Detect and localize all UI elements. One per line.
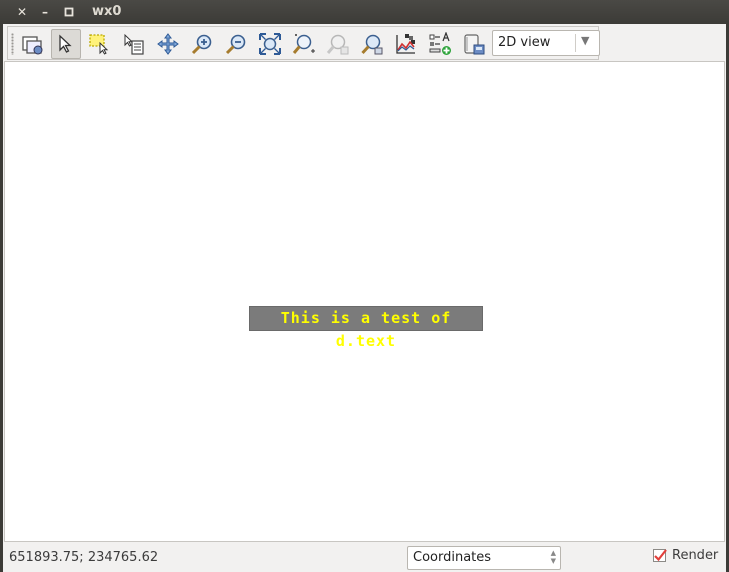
render-label: Render <box>672 548 719 563</box>
zoom-options-icon <box>361 34 383 55</box>
render-checkbox[interactable]: Render <box>653 548 718 563</box>
zoom-out-button[interactable] <box>221 29 251 59</box>
display-map-button[interactable] <box>18 29 48 59</box>
select-features-button[interactable] <box>85 29 115 59</box>
save-map-button[interactable] <box>459 29 489 59</box>
status-bar: 651893.75; 234765.62 Coordinates ▲ ▼ Rend… <box>3 542 726 572</box>
zoom-to-extent-icon <box>259 33 281 55</box>
zoom-back-icon <box>292 34 315 54</box>
query-raster-icon <box>124 33 144 55</box>
zoom-out-icon <box>225 34 246 55</box>
display-map-icon <box>22 36 43 55</box>
view-mode-divider <box>575 34 576 52</box>
window-title: wx0 <box>92 4 122 19</box>
pointer-button[interactable] <box>51 29 81 59</box>
add-overlay-icon <box>429 32 451 55</box>
zoom-in-icon <box>191 34 212 55</box>
add-overlay-button[interactable] <box>425 29 455 59</box>
maximize-icon[interactable] <box>61 4 77 20</box>
chevron-down-icon: ▼ <box>581 34 590 47</box>
status-mode-value: Coordinates <box>413 550 492 565</box>
zoom-back-disabled-icon <box>326 34 349 55</box>
view-mode-value: 2D view <box>498 35 551 50</box>
analyze-map-icon <box>396 34 415 54</box>
pan-icon <box>157 33 179 55</box>
zoom-region-button[interactable] <box>289 29 319 59</box>
status-mode-select[interactable]: Coordinates ▲ ▼ <box>407 546 561 570</box>
map-toolbar: 2D view ▼ <box>7 26 600 60</box>
select-features-icon <box>89 34 109 55</box>
save-map-icon <box>464 34 485 55</box>
zoom-back-button <box>323 29 353 59</box>
pointer-icon <box>59 34 72 53</box>
close-icon[interactable]: ✕ <box>14 4 30 20</box>
coordinates-readout: 651893.75; 234765.62 <box>9 550 159 565</box>
toolbar-grip[interactable] <box>11 33 14 55</box>
analyze-map-button[interactable] <box>391 29 421 59</box>
spinner-arrows-icon: ▲ ▼ <box>550 549 556 565</box>
map-text-label: This is a test of d.text <box>249 306 483 350</box>
map-canvas[interactable]: This is a test of d.text <box>4 61 725 542</box>
render-checkbox-box[interactable] <box>653 549 667 562</box>
pan-button[interactable] <box>153 29 183 59</box>
map-display-window: 2D view ▼ This is a test of d.text 65189… <box>3 24 726 572</box>
minimize-icon[interactable]: – <box>37 4 53 20</box>
zoom-to-extent-button[interactable] <box>255 29 285 59</box>
zoom-options-button[interactable] <box>357 29 387 59</box>
checkmark-icon <box>654 549 667 562</box>
view-mode-select[interactable]: 2D view ▼ <box>492 30 600 56</box>
query-raster-button[interactable] <box>119 29 149 59</box>
zoom-in-button[interactable] <box>187 29 217 59</box>
title-bar: ✕ – wx0 <box>0 0 729 24</box>
